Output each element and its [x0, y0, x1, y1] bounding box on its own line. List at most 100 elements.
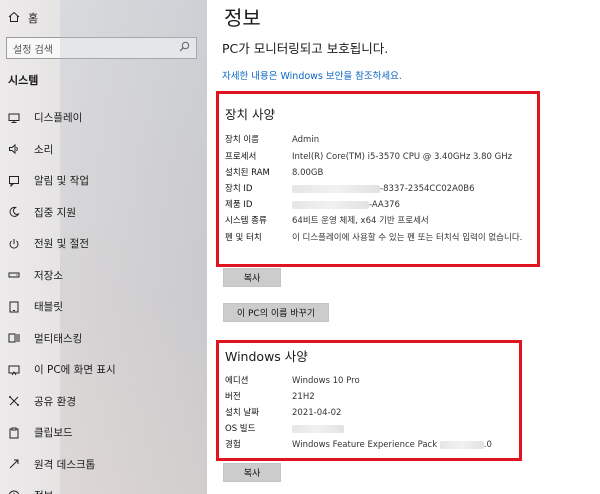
spec-value: -AA376 [292, 199, 528, 211]
rename-pc-button[interactable]: 이 PC의 이름 바꾸기 [223, 303, 329, 322]
page-title: 정보 [224, 6, 261, 30]
spec-row-os-build: OS 빌드 [225, 423, 528, 435]
storage-icon [6, 267, 22, 283]
sidebar-item-label: 저장소 [34, 269, 63, 282]
sidebar-item-label: 전원 및 절전 [34, 238, 89, 251]
spec-row-pen-touch: 펜 및 터치 이 디스플레이에 사용할 수 있는 펜 또는 터치식 입력이 없습… [225, 232, 524, 244]
redacted-block [292, 200, 369, 209]
moon-icon [6, 204, 22, 220]
sidebar-item-label: 공유 환경 [34, 395, 76, 408]
sidebar-item-label: 정보 [34, 488, 53, 494]
spec-row-experience: 경험 Windows Feature Experience Pack .0 [225, 439, 528, 451]
spec-value: -8337-2354CC02A0B6 [292, 183, 528, 195]
sidebar-item-label: 소리 [34, 143, 54, 156]
sidebar-item-about[interactable]: 정보 [0, 480, 207, 494]
device-specs-section: 장치 사양 장치 이름 Admin 프로세서 Intel(R) Core(TM)… [216, 91, 540, 267]
spec-row-device-id: 장치 ID -8337-2354CC02A0B6 [225, 183, 528, 195]
home-icon [8, 11, 20, 26]
spec-value: Admin [292, 135, 320, 145]
spec-value: 21H2 [292, 392, 315, 402]
spec-row-ram: 설치된 RAM 8.00GB [225, 167, 528, 179]
product-id-visible-part: -AA376 [369, 200, 400, 210]
project-icon [6, 362, 22, 378]
spec-label: 장치 ID [225, 184, 253, 194]
sidebar-item-label: 클립보드 [34, 427, 73, 440]
windows-security-link[interactable]: 자세한 내용은 Windows 보안을 참조하세요. [222, 68, 402, 82]
spec-label: 시스템 종류 [225, 216, 267, 226]
sidebar-item-notifications[interactable]: 알림 및 작업 [0, 165, 207, 197]
main-content: 정보 PC가 모니터링되고 보호됩니다. 자세한 내용은 Windows 보안을… [207, 0, 600, 494]
multitasking-icon [6, 330, 22, 346]
device-specs-title: 장치 사양 [225, 107, 275, 122]
redacted-block [292, 184, 380, 193]
spec-value: Windows Feature Experience Pack .0 [292, 439, 528, 451]
sidebar-item-sound[interactable]: 소리 [0, 134, 207, 166]
spec-value: 64비트 운영 체제, x64 기반 프로세서 [292, 216, 429, 226]
sidebar-item-storage[interactable]: 저장소 [0, 260, 207, 292]
redacted-block [292, 424, 344, 433]
experience-suffix: .0 [483, 440, 492, 450]
spec-value: 2021-04-02 [292, 408, 342, 418]
sidebar-item-label: 원격 데스크톱 [34, 458, 96, 471]
search-placeholder: 설정 검색 [13, 44, 53, 56]
windows-specs-section: Windows 사양 에디션 Windows 10 Pro 버전 21H2 설치… [216, 340, 522, 461]
sidebar-item-label: 멀티태스킹 [34, 332, 83, 345]
spec-row-version: 버전 21H2 [225, 391, 528, 403]
search-input[interactable]: 설정 검색 [6, 37, 197, 59]
spec-label: 프로세서 [225, 152, 257, 162]
speaker-icon [6, 141, 22, 157]
sidebar: 홈 설정 검색 시스템 디스플레이 소리 알림 및 작업 집중 지원 전원 및 … [0, 0, 207, 494]
notification-icon [6, 173, 22, 189]
device-id-visible-part: -8337-2354CC02A0B6 [380, 184, 475, 194]
sidebar-item-display[interactable]: 디스플레이 [0, 102, 207, 134]
sidebar-item-focus-assist[interactable]: 집중 지원 [0, 197, 207, 229]
sidebar-item-project[interactable]: 이 PC에 화면 표시 [0, 354, 207, 386]
spec-row-processor: 프로세서 Intel(R) Core(TM) i5-3570 CPU @ 3.4… [225, 151, 528, 163]
remote-icon [6, 456, 22, 472]
tablet-icon [6, 299, 22, 315]
spec-label: 에디션 [225, 376, 249, 386]
spec-row-device-name: 장치 이름 Admin [225, 134, 528, 146]
sidebar-section-title: 시스템 [8, 74, 39, 87]
home-label: 홈 [28, 12, 39, 25]
monitor-icon [6, 110, 22, 126]
spec-label: 설치 날짜 [225, 408, 259, 418]
redacted-block [439, 440, 484, 449]
spec-value: 8.00GB [292, 168, 324, 178]
spec-value: 이 디스플레이에 사용할 수 있는 펜 또는 터치식 입력이 없습니다. [292, 233, 523, 243]
spec-value [292, 423, 528, 435]
spec-label: 설치된 RAM [225, 168, 270, 178]
home-nav-item[interactable]: 홈 [8, 10, 38, 26]
spec-label: 제품 ID [225, 200, 253, 210]
copy-device-specs-button[interactable]: 복사 [223, 268, 281, 287]
spec-row-product-id: 제품 ID -AA376 [225, 199, 528, 211]
spec-value: Intel(R) Core(TM) i5-3570 CPU @ 3.40GHz … [292, 152, 513, 162]
sidebar-item-label: 알림 및 작업 [34, 175, 89, 188]
info-icon [6, 488, 22, 494]
clipboard-icon [6, 425, 22, 441]
sidebar-item-multitasking[interactable]: 멀티태스킹 [0, 323, 207, 355]
windows-specs-title: Windows 사양 [225, 349, 308, 364]
sidebar-item-shared-experiences[interactable]: 공유 환경 [0, 386, 207, 418]
spec-row-system-type: 시스템 종류 64비트 운영 체제, x64 기반 프로세서 [225, 215, 528, 227]
spec-label: OS 빌드 [225, 424, 256, 434]
sidebar-item-tablet[interactable]: 태블릿 [0, 291, 207, 323]
share-icon [6, 393, 22, 409]
sidebar-nav: 디스플레이 소리 알림 및 작업 집중 지원 전원 및 절전 저장소 태블릿 멀… [0, 102, 207, 494]
sidebar-item-clipboard[interactable]: 클립보드 [0, 417, 207, 449]
sidebar-item-power[interactable]: 전원 및 절전 [0, 228, 207, 260]
spec-row-install-date: 설치 날짜 2021-04-02 [225, 407, 528, 419]
search-icon [179, 41, 190, 55]
spec-label: 경험 [225, 440, 241, 450]
power-icon [6, 236, 22, 252]
sidebar-item-label: 집중 지원 [34, 206, 76, 219]
sidebar-item-remote-desktop[interactable]: 원격 데스크톱 [0, 449, 207, 481]
spec-row-edition: 에디션 Windows 10 Pro [225, 375, 528, 387]
spec-label: 펜 및 터치 [225, 233, 262, 243]
spec-value: Windows 10 Pro [292, 376, 360, 386]
copy-windows-specs-button[interactable]: 복사 [223, 463, 281, 482]
spec-label: 버전 [225, 392, 241, 402]
protection-status: PC가 모니터링되고 보호됩니다. [222, 41, 389, 56]
experience-pack-text: Windows Feature Experience Pack [292, 440, 438, 450]
spec-label: 장치 이름 [225, 135, 259, 145]
